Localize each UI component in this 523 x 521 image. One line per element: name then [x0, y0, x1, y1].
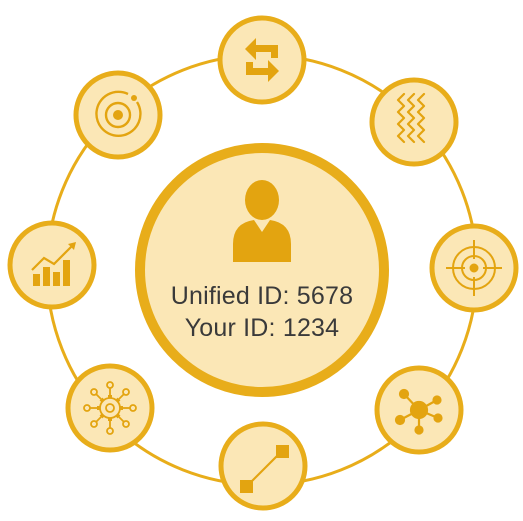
satellite-wavy — [369, 77, 459, 167]
unified-id-label: Unified ID: 5678 — [170, 282, 354, 310]
center-node — [135, 143, 389, 397]
satellite-orbit — [73, 70, 163, 160]
satellite-target — [429, 223, 519, 313]
your-id-label: Your ID: 1234 — [184, 314, 340, 342]
satellite-network — [374, 365, 464, 455]
satellite-gear — [65, 363, 155, 453]
satellite-sync — [217, 15, 307, 105]
satellite-connection — [218, 421, 308, 511]
identity-graph-diagram — [7, 15, 519, 511]
satellite-chart — [7, 220, 97, 310]
